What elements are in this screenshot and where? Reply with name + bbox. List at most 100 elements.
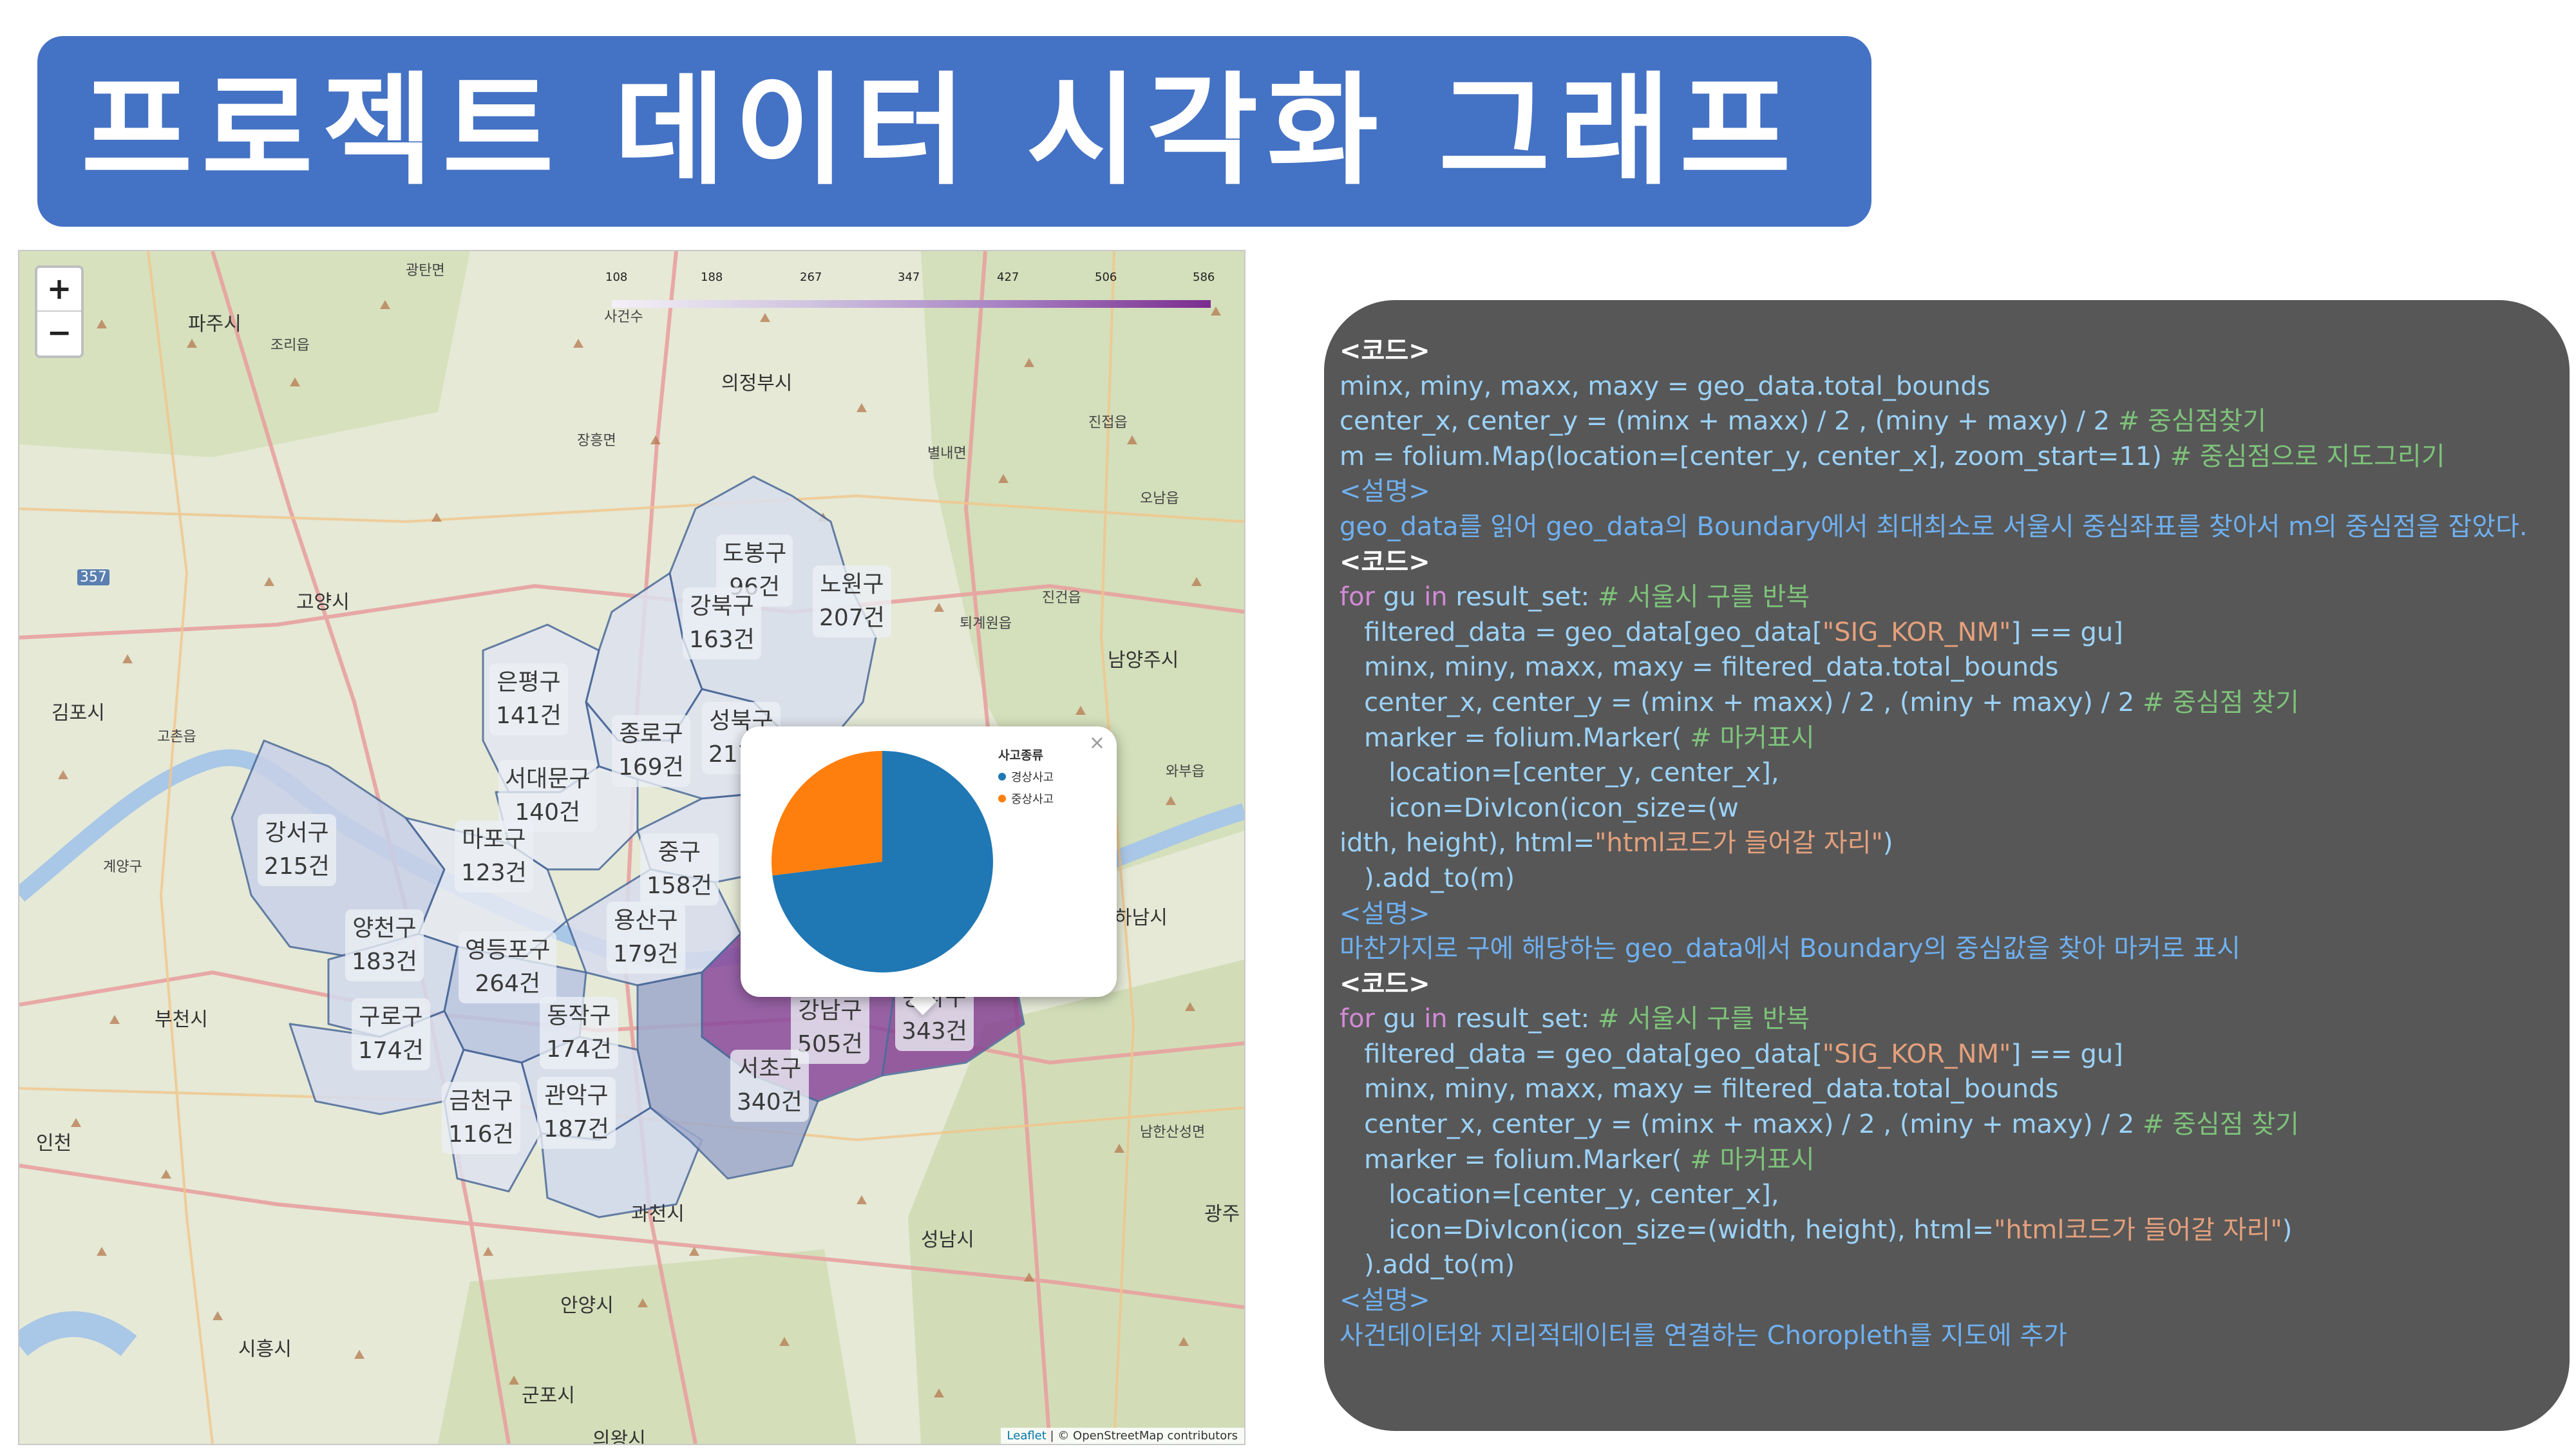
map-small-label: 남한산성면 bbox=[1140, 1124, 1206, 1141]
district-marker-yongsan[interactable]: 용산구 179건 bbox=[607, 902, 685, 974]
map-place-label: 인천 bbox=[36, 1132, 72, 1155]
district-marker-eunpyeong[interactable]: 은평구 141건 bbox=[489, 663, 568, 735]
district-marker-geumcheon[interactable]: 금천구 116건 bbox=[442, 1082, 520, 1154]
district-marker-junggu[interactable]: 중구 158건 bbox=[640, 833, 719, 905]
code-token: # 서울시 구를 반복 bbox=[1597, 582, 1810, 612]
code-token: marker = folium.Marker( bbox=[1340, 1144, 1690, 1175]
page-title: 프로젝트 데이터 시각화 그래프 bbox=[81, 61, 1800, 202]
zoom-out-button[interactable]: − bbox=[37, 312, 81, 354]
map-place-label: 과천시 bbox=[631, 1203, 685, 1226]
map-small-label: 오남읍 bbox=[1140, 491, 1179, 507]
map-attribution: Leaflet | © OpenStreetMap contributors bbox=[1000, 1428, 1244, 1444]
code-token: result_set: bbox=[1455, 582, 1598, 612]
map-place-label: 성남시 bbox=[921, 1229, 974, 1251]
zoom-in-button[interactable]: + bbox=[37, 268, 81, 312]
district-name: 강북구 bbox=[690, 593, 754, 620]
code-line: <설명> bbox=[1340, 1283, 2550, 1318]
district-name: 중구 bbox=[658, 839, 701, 866]
map-place-label: 고양시 bbox=[296, 591, 350, 614]
code-token: <설명> bbox=[1340, 898, 1430, 929]
code-token: minx, miny, maxx, maxy = geo_data.total_… bbox=[1340, 371, 1991, 401]
code-token: # 마커표시 bbox=[1690, 1144, 1815, 1175]
district-marker-mapo[interactable]: 마포구 123건 bbox=[455, 820, 533, 893]
legend-dot bbox=[998, 773, 1006, 781]
code-line: minx, miny, maxx, maxy = filtered_data.t… bbox=[1340, 650, 2550, 685]
district-marker-nowon[interactable]: 노원구 207건 bbox=[813, 565, 891, 638]
district-marker-gangbuk[interactable]: 강북구 163건 bbox=[683, 587, 761, 659]
map-place-label: 의왕시 bbox=[592, 1428, 646, 1445]
district-count: 179건 bbox=[613, 941, 679, 967]
district-marker-yangcheon[interactable]: 양천구 183건 bbox=[345, 909, 424, 981]
osm-attribution: | © OpenStreetMap contributors bbox=[1046, 1429, 1238, 1443]
code-token: ).add_to(m) bbox=[1340, 863, 1515, 893]
district-marker-jongno[interactable]: 종로구 169건 bbox=[612, 715, 690, 787]
code-token: gu bbox=[1383, 1004, 1425, 1034]
district-popup: × 사고종류 경상사고 중상사고 bbox=[741, 726, 1117, 997]
code-token: filtered_data = geo_data[geo_data[ bbox=[1340, 1039, 1823, 1069]
code-token: 마찬가지로 구에 해당하는 geo_data에서 Boundary의 중심값을 … bbox=[1340, 934, 2240, 964]
code-token: # 서울시 구를 반복 bbox=[1597, 1004, 1810, 1034]
map-place-label: 광주 bbox=[1204, 1203, 1240, 1226]
code-line: minx, miny, maxx, maxy = geo_data.total_… bbox=[1340, 369, 2550, 404]
code-token: <코드> bbox=[1340, 336, 1430, 366]
code-token: # 중심점찾기 bbox=[2117, 406, 2267, 437]
code-line: <설명> bbox=[1340, 474, 2550, 509]
district-marker-yeongdeungpo[interactable]: 영등포구 264건 bbox=[459, 931, 557, 1003]
color-legend: 108 188 267 347 427 506 586 bbox=[605, 269, 1217, 308]
district-count: 215건 bbox=[264, 853, 330, 880]
code-token: marker = folium.Marker( bbox=[1340, 723, 1690, 753]
district-count: 169건 bbox=[618, 754, 684, 781]
code-token: "html코드가 들어갈 자리" bbox=[1595, 828, 1883, 858]
legend-tick: 427 bbox=[997, 270, 1019, 284]
code-line: icon=DivIcon(icon_size=(width, height), … bbox=[1340, 1213, 2550, 1248]
map-small-label: 퇴계원읍 bbox=[960, 616, 1012, 632]
code-token: "SIG_KOR_NM" bbox=[1822, 1039, 2011, 1069]
title-banner: 프로젝트 데이터 시각화 그래프 bbox=[37, 36, 1871, 227]
code-token: 사건데이터와 지리적데이터를 연결하는 Choropleth를 지도에 추가 bbox=[1340, 1320, 2067, 1350]
district-count: 158건 bbox=[647, 873, 712, 899]
code-line: for gu in result_set: # 서울시 구를 반복 bbox=[1340, 1001, 2550, 1037]
pie-legend-item: 경상사고 bbox=[998, 768, 1054, 785]
code-token: icon=DivIcon(icon_size=(width, height), … bbox=[1340, 1215, 1994, 1245]
district-marker-dongjak[interactable]: 동작구 174건 bbox=[540, 997, 618, 1069]
code-token: <코드> bbox=[1340, 547, 1430, 577]
district-name: 관악구 bbox=[544, 1083, 609, 1109]
code-token: idth, height), html= bbox=[1340, 828, 1595, 858]
legend-tick: 267 bbox=[800, 270, 822, 284]
map-small-label: 장흥면 bbox=[577, 433, 616, 449]
district-count: 163건 bbox=[689, 627, 755, 653]
map-place-label: 부천시 bbox=[155, 1009, 208, 1031]
code-line: marker = folium.Marker( # 마커표시 bbox=[1340, 721, 2550, 756]
pie-legend-title: 사고종류 bbox=[998, 748, 1043, 762]
district-marker-seocho[interactable]: 서초구 340건 bbox=[730, 1050, 809, 1122]
code-line: ).add_to(m) bbox=[1340, 1247, 2550, 1283]
code-line: idth, height), html="html코드가 들어갈 자리") bbox=[1340, 826, 2550, 861]
legend-tick: 347 bbox=[898, 270, 920, 284]
district-marker-gangseo[interactable]: 강서구 215건 bbox=[258, 814, 336, 886]
district-count: 116건 bbox=[448, 1121, 514, 1148]
pie-chart bbox=[772, 751, 993, 972]
district-count: 340건 bbox=[737, 1089, 802, 1115]
district-count: 174건 bbox=[546, 1036, 612, 1063]
district-marker-gwanak[interactable]: 관악구 187건 bbox=[537, 1077, 616, 1149]
district-name: 도봉구 bbox=[723, 540, 787, 567]
code-token: result_set: bbox=[1455, 1004, 1598, 1034]
code-token: # 마커표시 bbox=[1690, 723, 1815, 753]
district-marker-guro[interactable]: 구로구 174건 bbox=[352, 998, 430, 1070]
code-line: geo_data를 읽어 geo_data의 Boundary에서 최대최소로 … bbox=[1340, 509, 2550, 545]
map-panel[interactable]: + − 108 188 267 347 427 506 586 파주시 의정부시… bbox=[18, 250, 1245, 1445]
code-token: ) bbox=[1882, 828, 1893, 858]
legend-gradient-bar bbox=[612, 300, 1211, 308]
district-name: 노원구 bbox=[820, 571, 884, 598]
leaflet-link[interactable]: Leaflet bbox=[1007, 1429, 1046, 1443]
code-token: m = folium.Map(location=[center_y, cente… bbox=[1340, 441, 2170, 471]
district-name: 영등포구 bbox=[465, 937, 551, 963]
code-line: filtered_data = geo_data[geo_data["SIG_K… bbox=[1340, 1037, 2550, 1072]
map-small-label: 사건수 bbox=[604, 309, 643, 325]
code-token: ] == gu] bbox=[2011, 1039, 2123, 1069]
zoom-control: + − bbox=[35, 265, 84, 358]
code-token: minx, miny, maxx, maxy = filtered_data.t… bbox=[1340, 1074, 2059, 1104]
district-name: 서초구 bbox=[737, 1056, 802, 1082]
district-count: 174건 bbox=[358, 1037, 424, 1064]
close-icon[interactable]: × bbox=[1089, 732, 1105, 754]
